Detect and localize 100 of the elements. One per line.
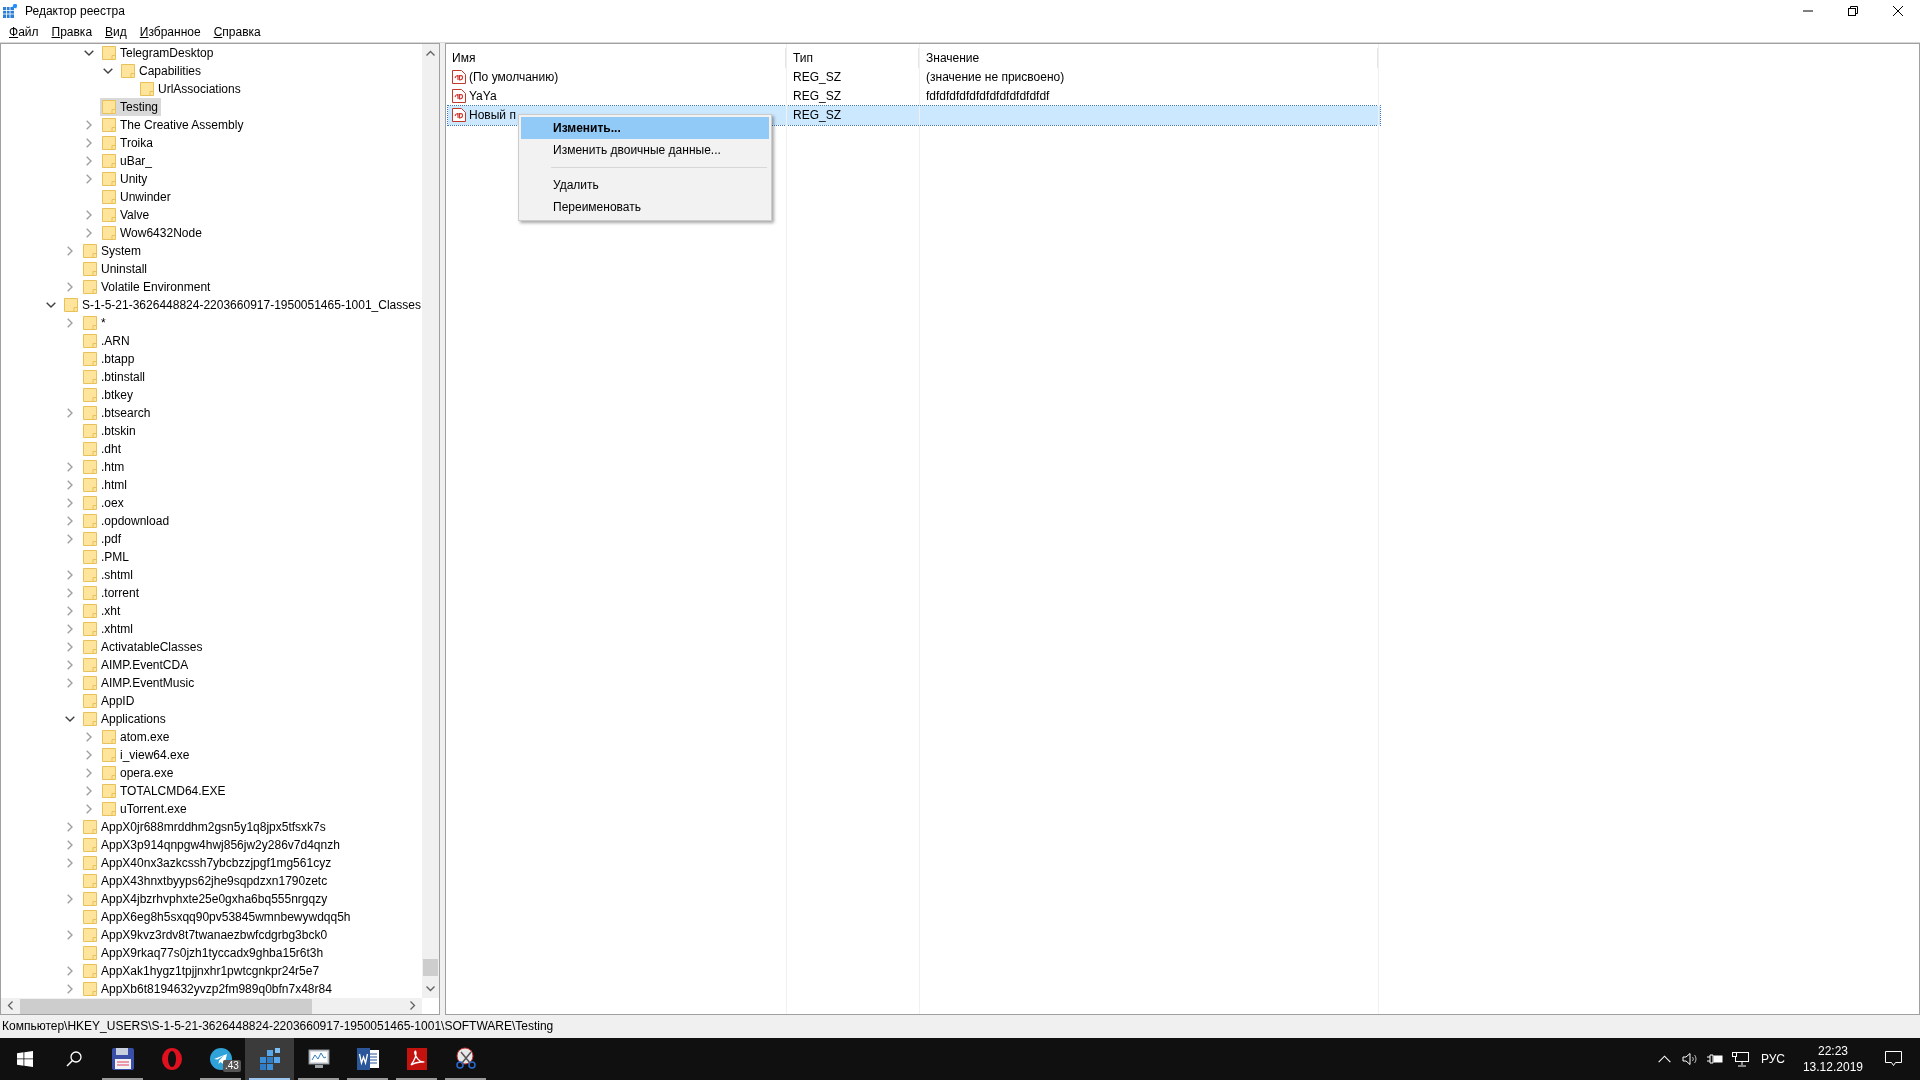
menu-item[interactable]: Вид bbox=[99, 22, 133, 42]
tree-item[interactable]: Wow6432Node bbox=[100, 223, 205, 242]
tree-item[interactable]: .ARN bbox=[81, 331, 133, 350]
collapsed-chevron-icon[interactable] bbox=[86, 173, 92, 184]
tree-item[interactable]: .dht bbox=[81, 439, 124, 458]
collapsed-chevron-icon[interactable] bbox=[67, 479, 73, 490]
collapsed-chevron-icon[interactable] bbox=[67, 839, 73, 850]
tree-item[interactable]: TOTALCMD64.EXE bbox=[100, 781, 229, 800]
tree-item[interactable]: Uninstall bbox=[81, 259, 151, 278]
collapsed-chevron-icon[interactable] bbox=[67, 281, 73, 292]
tree-item[interactable]: Unwinder bbox=[100, 187, 174, 206]
collapsed-chevron-icon[interactable] bbox=[67, 659, 73, 670]
menu-item[interactable]: Правка bbox=[45, 22, 99, 42]
menu-item[interactable]: Справка bbox=[207, 22, 267, 42]
menu-item[interactable]: Файл bbox=[3, 22, 45, 42]
input-language[interactable]: РУС bbox=[1760, 1050, 1785, 1068]
notifications-icon[interactable] bbox=[1885, 1051, 1902, 1067]
tree-item[interactable]: The Creative Assembly bbox=[100, 115, 247, 134]
tree-item[interactable]: .html bbox=[81, 475, 130, 494]
collapsed-chevron-icon[interactable] bbox=[67, 317, 73, 328]
collapsed-chevron-icon[interactable] bbox=[86, 227, 92, 238]
tree-item[interactable]: * bbox=[81, 313, 109, 332]
context-menu-item[interactable]: Удалить bbox=[521, 173, 769, 196]
taskbar-app-button[interactable] bbox=[245, 1038, 294, 1080]
menu-item[interactable]: Избранное bbox=[133, 22, 207, 42]
context-menu-item[interactable]: Изменить... bbox=[521, 116, 769, 139]
collapsed-chevron-icon[interactable] bbox=[67, 677, 73, 688]
collapsed-chevron-icon[interactable] bbox=[67, 623, 73, 634]
tree-item[interactable]: Valve bbox=[100, 205, 153, 224]
tree-item[interactable]: uBar_ bbox=[100, 151, 156, 170]
collapsed-chevron-icon[interactable] bbox=[67, 515, 73, 526]
tree-item[interactable]: ActivatableClasses bbox=[81, 637, 206, 656]
vertical-scrollbar[interactable] bbox=[422, 43, 439, 998]
expanded-chevron-icon[interactable] bbox=[46, 301, 56, 308]
collapsed-chevron-icon[interactable] bbox=[67, 533, 73, 544]
collapsed-chevron-icon[interactable] bbox=[86, 749, 92, 760]
tree-item[interactable]: .torrent bbox=[81, 583, 142, 602]
tree-item[interactable]: opera.exe bbox=[100, 763, 177, 782]
tree-item[interactable]: .btskin bbox=[81, 421, 139, 440]
tree-item[interactable]: .xht bbox=[81, 601, 124, 620]
context-menu-item[interactable]: Изменить двоичные данные... bbox=[521, 138, 769, 161]
tree-item[interactable]: Capabilities bbox=[119, 61, 205, 80]
collapsed-chevron-icon[interactable] bbox=[67, 587, 73, 598]
speaker-icon[interactable] bbox=[1681, 1052, 1698, 1066]
collapsed-chevron-icon[interactable] bbox=[67, 407, 73, 418]
expanded-chevron-icon[interactable] bbox=[103, 67, 113, 74]
battery-icon[interactable] bbox=[1706, 1053, 1723, 1065]
network-icon[interactable] bbox=[1731, 1051, 1749, 1067]
tree-item[interactable]: .pdf bbox=[81, 529, 124, 548]
scroll-right-icon[interactable] bbox=[410, 1001, 416, 1011]
collapsed-chevron-icon[interactable] bbox=[86, 731, 92, 742]
tree-item[interactable]: .btinstall bbox=[81, 367, 149, 386]
tree-item[interactable]: i_view64.exe bbox=[100, 745, 193, 764]
collapsed-chevron-icon[interactable] bbox=[67, 461, 73, 472]
taskbar-app-button[interactable]: .43 bbox=[196, 1038, 245, 1080]
value-row[interactable]: YaYa REG_SZ fdfdfdfdfdfdfdfdfdfdfdfdf bbox=[448, 86, 1380, 106]
collapsed-chevron-icon[interactable] bbox=[67, 893, 73, 904]
scroll-left-icon[interactable] bbox=[7, 1001, 13, 1011]
tree-item[interactable]: TelegramDesktop bbox=[100, 43, 217, 62]
tree-item[interactable]: .opdownload bbox=[81, 511, 173, 530]
tree-item[interactable]: uTorrent.exe bbox=[100, 799, 190, 818]
tree-item[interactable]: AIMP.EventCDA bbox=[81, 655, 192, 674]
tree-item[interactable]: .shtml bbox=[81, 565, 136, 584]
tree-item[interactable]: .xhtml bbox=[81, 619, 136, 638]
collapsed-chevron-icon[interactable] bbox=[67, 857, 73, 868]
tree-item[interactable]: .htm bbox=[81, 457, 128, 476]
collapsed-chevron-icon[interactable] bbox=[86, 119, 92, 130]
tree-item[interactable]: .btapp bbox=[81, 349, 138, 368]
tree-item[interactable]: Volatile Environment bbox=[81, 277, 214, 296]
collapsed-chevron-icon[interactable] bbox=[86, 155, 92, 166]
tree-item[interactable]: .oex bbox=[81, 493, 127, 512]
scroll-up-icon[interactable] bbox=[426, 49, 435, 56]
tree-item[interactable]: .btsearch bbox=[81, 403, 154, 422]
collapsed-chevron-icon[interactable] bbox=[86, 209, 92, 220]
chevron-up-icon[interactable] bbox=[1657, 1055, 1671, 1063]
scroll-down-icon[interactable] bbox=[426, 985, 435, 992]
collapsed-chevron-icon[interactable] bbox=[67, 965, 73, 976]
collapsed-chevron-icon[interactable] bbox=[67, 929, 73, 940]
collapsed-chevron-icon[interactable] bbox=[86, 137, 92, 148]
horizontal-scrollbar[interactable] bbox=[1, 997, 422, 1014]
tree-item[interactable]: Applications bbox=[81, 709, 169, 728]
value-row[interactable]: (По умолчанию) REG_SZ (значение не присвоено) bbox=[448, 67, 1380, 87]
tree-item[interactable]: Testing bbox=[100, 97, 162, 116]
tree-item[interactable]: Troika bbox=[100, 133, 156, 152]
tree-item[interactable]: AppID bbox=[81, 691, 138, 710]
scrollbar-thumb[interactable] bbox=[20, 998, 312, 1014]
collapsed-chevron-icon[interactable] bbox=[86, 785, 92, 796]
collapsed-chevron-icon[interactable] bbox=[67, 497, 73, 508]
context-menu-item[interactable]: Переименовать bbox=[521, 195, 769, 218]
expanded-chevron-icon[interactable] bbox=[84, 49, 94, 56]
clock-date[interactable]: 13.12.2019 bbox=[1802, 1059, 1863, 1075]
tree-item[interactable]: atom.exe bbox=[100, 727, 173, 746]
tree-item[interactable]: .btkey bbox=[81, 385, 136, 404]
scrollbar-thumb[interactable] bbox=[423, 958, 438, 976]
collapsed-chevron-icon[interactable] bbox=[67, 245, 73, 256]
collapsed-chevron-icon[interactable] bbox=[86, 767, 92, 778]
collapsed-chevron-icon[interactable] bbox=[67, 605, 73, 616]
tree-item[interactable]: System bbox=[81, 241, 144, 260]
expanded-chevron-icon[interactable] bbox=[65, 715, 75, 722]
tree-item[interactable]: Unity bbox=[100, 169, 151, 188]
